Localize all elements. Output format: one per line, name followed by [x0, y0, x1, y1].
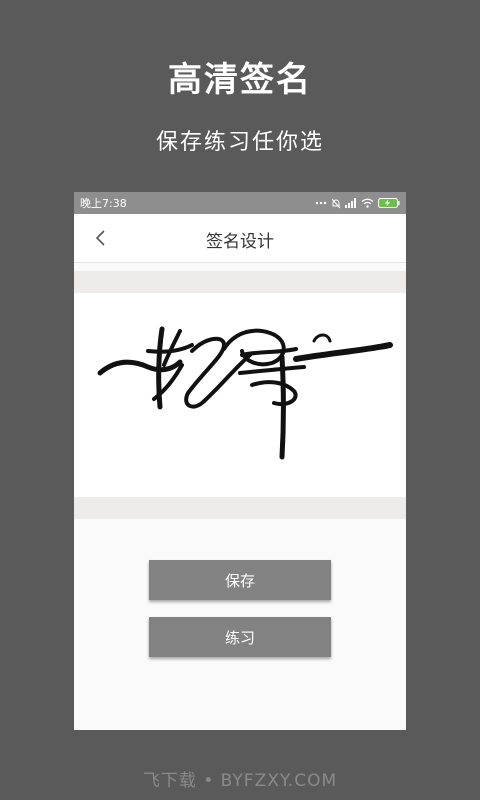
page-title: 签名设计: [206, 232, 274, 252]
save-button[interactable]: 保存: [149, 560, 331, 600]
promo-subheadline: 保存练习任你选: [155, 130, 324, 155]
status-icons: [315, 198, 400, 209]
paper-texture-bottom: [74, 497, 406, 519]
signature-canvas: [74, 271, 406, 519]
watermark: 飞下载 • BYFZXY.COM: [142, 771, 338, 791]
paper-texture-top: [74, 271, 406, 293]
more-dots-icon: [315, 201, 327, 205]
practice-button[interactable]: 练习: [149, 617, 331, 657]
wifi-icon: [361, 198, 374, 208]
signature-image: [97, 326, 393, 460]
app-bar: 签名设计: [74, 214, 406, 263]
status-bar: 晚上7:38: [74, 192, 406, 214]
signal-icon: [345, 198, 356, 208]
phone-screen: 晚上7:38 签名设计 保存 练习: [74, 192, 406, 730]
status-time: 晚上7:38: [80, 197, 127, 210]
promo-headline: 高清签名: [168, 60, 312, 100]
alarm-off-icon: [331, 198, 341, 208]
battery-charging-icon: [378, 198, 400, 208]
